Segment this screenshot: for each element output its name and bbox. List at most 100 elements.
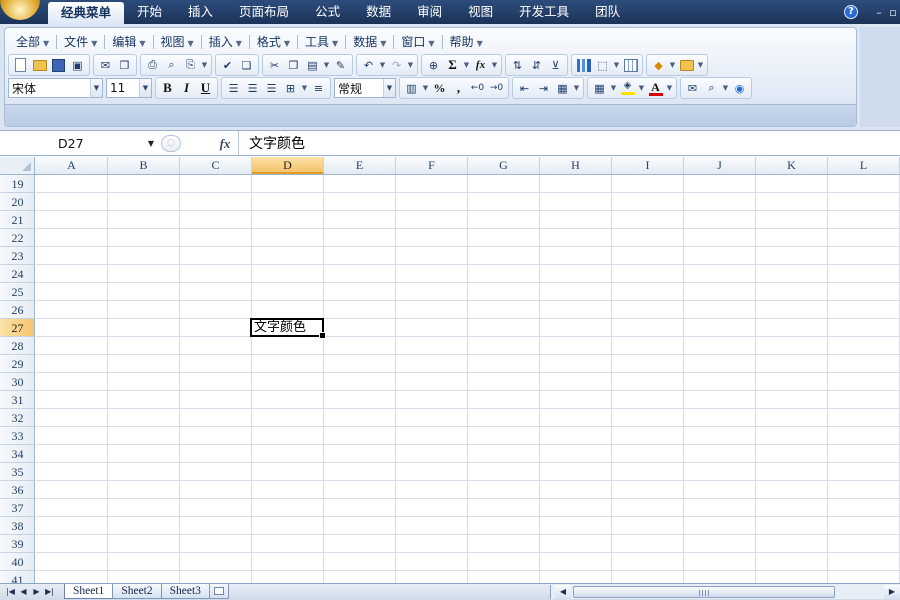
prev-sheet-icon[interactable]: ◀ (17, 585, 30, 599)
row-header-25[interactable]: 25 (0, 283, 34, 301)
sheet-tab-sheet1[interactable]: Sheet1 (64, 584, 114, 599)
menu-data[interactable]: 数据 ▼ (346, 32, 393, 52)
increase-decimal-icon[interactable]: ←0 (468, 79, 487, 98)
print-icon[interactable]: ⎙ (143, 56, 162, 75)
formula-input[interactable]: 文字颜色 (249, 134, 305, 154)
name-box[interactable]: D27 ▼ (2, 134, 157, 153)
chevron-down-icon[interactable]: ▼ (572, 79, 581, 98)
paste-icon[interactable]: ▤ (303, 56, 322, 75)
tab-data[interactable]: 数据 (353, 0, 404, 24)
research-icon[interactable]: ❐ (115, 56, 134, 75)
minimize-button[interactable]: – (872, 6, 886, 19)
redo-icon[interactable]: ↷ (387, 56, 406, 75)
tab-home[interactable]: 开始 (124, 0, 175, 24)
row-header-40[interactable]: 40 (0, 553, 34, 571)
column-header-j[interactable]: J (684, 157, 756, 174)
folder-icon[interactable] (677, 56, 696, 75)
chevron-down-icon[interactable]: ▼ (612, 56, 621, 75)
column-header-e[interactable]: E (324, 157, 396, 174)
first-sheet-icon[interactable]: |◀ (4, 585, 17, 599)
row-header-26[interactable]: 26 (0, 301, 34, 319)
align-center-icon[interactable]: ☰ (243, 79, 262, 98)
last-sheet-icon[interactable]: ▶| (43, 585, 56, 599)
currency-icon[interactable]: ▥ (402, 79, 421, 98)
row-header-24[interactable]: 24 (0, 265, 34, 283)
insert-function-icon[interactable]: fx (214, 134, 236, 154)
font-name-select[interactable]: 宋体 ▼ (8, 78, 103, 98)
scrollbar-thumb[interactable] (573, 586, 835, 598)
chevron-down-icon[interactable]: ▼ (383, 79, 395, 97)
chevron-down-icon[interactable]: ▼ (90, 79, 102, 97)
cell-style-icon[interactable]: ▦ (553, 79, 572, 98)
formula-bar-toggle-icon[interactable]: ◌ (161, 135, 181, 152)
borders-icon[interactable]: ▦ (590, 79, 609, 98)
row-header-35[interactable]: 35 (0, 463, 34, 481)
sheet-tab-sheet3[interactable]: Sheet3 (160, 584, 210, 599)
column-header-h[interactable]: H (540, 157, 612, 174)
row-header-34[interactable]: 34 (0, 445, 34, 463)
print-preview-icon[interactable]: ⌕ (162, 56, 181, 75)
cut-icon[interactable]: ✂ (265, 56, 284, 75)
sheet-tab-sheet2[interactable]: Sheet2 (112, 584, 162, 599)
column-header-g[interactable]: G (468, 157, 540, 174)
chevron-down-icon[interactable]: ▼ (609, 79, 618, 98)
row-header-38[interactable]: 38 (0, 517, 34, 535)
comment-icon[interactable]: ✉ (683, 79, 702, 98)
zoom-icon[interactable]: ⌕ (702, 79, 721, 98)
chevron-down-icon[interactable]: ▼ (665, 79, 674, 98)
menu-tools[interactable]: 工具 ▼ (298, 32, 345, 52)
tab-developer[interactable]: 开发工具 (506, 0, 582, 24)
help-icon[interactable]: ? (844, 5, 858, 19)
permission-icon[interactable]: ▣ (68, 56, 87, 75)
font-size-select[interactable]: 11 ▼ (106, 78, 152, 98)
wrap-text-icon[interactable]: ≡ (309, 79, 328, 98)
undo-icon[interactable]: ↶ (359, 56, 378, 75)
row-header-36[interactable]: 36 (0, 481, 34, 499)
chart-icon[interactable] (574, 56, 593, 75)
chevron-down-icon[interactable]: ▼ (145, 134, 157, 153)
menu-insert[interactable]: 插入 ▼ (202, 32, 249, 52)
tab-insert[interactable]: 插入 (175, 0, 226, 24)
decrease-indent-icon[interactable]: ⇤ (515, 79, 534, 98)
hyperlink-icon[interactable]: ⊕ (424, 56, 443, 75)
help-icon[interactable]: ◉ (730, 79, 749, 98)
horizontal-scrollbar[interactable]: ◀ ▶ (550, 585, 900, 599)
fill-color-icon[interactable]: ◈ (618, 79, 637, 98)
chevron-down-icon[interactable]: ▼ (200, 56, 209, 75)
column-header-a[interactable]: A (36, 157, 108, 174)
insert-function-icon[interactable]: fx (471, 56, 490, 75)
open-folder-icon[interactable] (30, 56, 49, 75)
increase-indent-icon[interactable]: ⇥ (534, 79, 553, 98)
merge-center-icon[interactable]: ⊞ (281, 79, 300, 98)
italic-button[interactable]: I (177, 79, 196, 98)
email-icon[interactable]: ✉ (96, 56, 115, 75)
scroll-right-icon[interactable]: ▶ (884, 585, 900, 599)
row-header-29[interactable]: 29 (0, 355, 34, 373)
menu-format[interactable]: 格式 ▼ (250, 32, 297, 52)
underline-button[interactable]: U (196, 79, 215, 98)
chevron-down-icon[interactable]: ▼ (322, 56, 331, 75)
column-header-b[interactable]: B (108, 157, 180, 174)
row-header-39[interactable]: 39 (0, 535, 34, 553)
insert-sheet-button[interactable] (208, 584, 229, 599)
row-header-28[interactable]: 28 (0, 337, 34, 355)
chevron-down-icon[interactable]: ▼ (462, 56, 471, 75)
chevron-down-icon[interactable]: ▼ (139, 79, 151, 97)
chevron-down-icon[interactable]: ▼ (378, 56, 387, 75)
column-header-f[interactable]: F (396, 157, 468, 174)
tab-team[interactable]: 团队 (582, 0, 633, 24)
scroll-left-icon[interactable]: ◀ (555, 585, 571, 599)
thesaurus-icon[interactable]: ❏ (237, 56, 256, 75)
column-header-k[interactable]: K (756, 157, 828, 174)
align-left-icon[interactable]: ☰ (224, 79, 243, 98)
tab-view[interactable]: 视图 (455, 0, 506, 24)
copy-icon[interactable]: ❐ (284, 56, 303, 75)
tab-page-layout[interactable]: 页面布局 (226, 0, 302, 24)
bold-button[interactable]: B (158, 79, 177, 98)
chevron-down-icon[interactable]: ▼ (696, 56, 705, 75)
menu-help[interactable]: 帮助 ▼ (443, 32, 490, 52)
autosum-icon[interactable]: Σ (443, 56, 462, 75)
select-all-button[interactable] (0, 157, 35, 174)
row-header-32[interactable]: 32 (0, 409, 34, 427)
row-header-22[interactable]: 22 (0, 229, 34, 247)
